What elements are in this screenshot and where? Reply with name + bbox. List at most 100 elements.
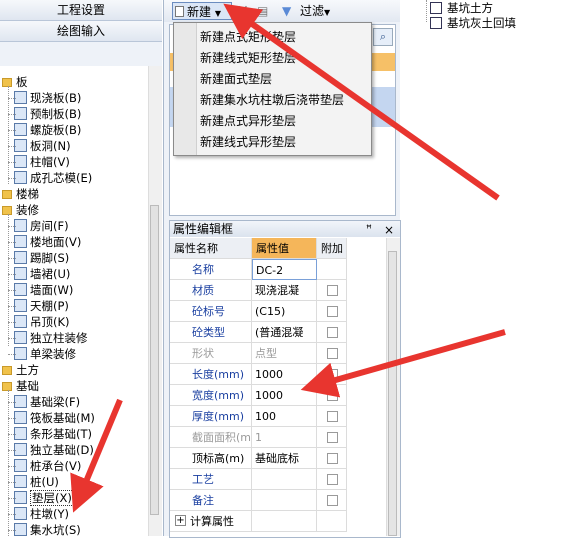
expand-icon[interactable]: + — [175, 515, 186, 526]
property-add-cell — [317, 259, 347, 280]
menu-item[interactable]: 新建点式矩形垫层 — [200, 27, 296, 47]
tree-connector — [8, 434, 16, 435]
property-value[interactable]: 点型 — [252, 343, 317, 364]
tree-item[interactable]: 预制板(B) — [8, 106, 81, 122]
tree-item[interactable]: 楼地面(V) — [8, 234, 81, 250]
tab-project-settings[interactable]: 工程设置 — [0, 0, 162, 21]
tree-connector — [8, 114, 16, 115]
property-value[interactable] — [252, 511, 317, 532]
property-name-label: 截面面积(m — [192, 431, 252, 444]
tree-item[interactable]: 房间(F) — [8, 218, 69, 234]
tab-drawing-input[interactable]: 绘图输入 — [0, 21, 162, 42]
property-value[interactable]: 现浇混凝 — [252, 280, 317, 301]
tree-item[interactable]: 独立基础(D) — [8, 442, 94, 458]
property-name: 宽度(mm) — [170, 385, 252, 406]
menu-icon-strip — [174, 23, 197, 155]
tree-item-label: 板洞(N) — [30, 139, 71, 153]
menu-item[interactable]: 新建线式矩形垫层 — [200, 48, 296, 68]
checkbox-icon[interactable] — [430, 2, 442, 14]
tree-group[interactable]: 土方 — [2, 362, 39, 378]
add-checkbox[interactable] — [327, 495, 338, 506]
right-tree-item[interactable]: 基坑土方 — [430, 1, 493, 16]
tree-item[interactable]: 现浇板(B) — [8, 90, 81, 106]
property-value[interactable]: (普通混凝 — [252, 322, 317, 343]
tree-item-label: 房间(F) — [30, 219, 69, 233]
tree-scrollbar-thumb[interactable] — [150, 205, 159, 515]
tree-item[interactable]: 柱墩(Y) — [8, 506, 69, 522]
property-value[interactable]: 基础底标 — [252, 448, 317, 469]
search-icon[interactable]: ⌕ — [373, 28, 393, 46]
property-name: 备注 — [170, 490, 252, 511]
add-checkbox[interactable] — [327, 327, 338, 338]
tree-item-label: 桩(U) — [30, 475, 59, 489]
tree-item[interactable]: 单梁装修 — [8, 346, 76, 362]
tree-item-label: 垫层(X) — [30, 490, 74, 506]
property-scrollbar-thumb[interactable] — [388, 251, 397, 536]
tree-item[interactable]: 天棚(P) — [8, 298, 69, 314]
tree-connector — [8, 162, 16, 163]
property-name-label: 顶标高(m) — [192, 452, 245, 465]
tree-item[interactable]: 垫层(X) — [8, 490, 74, 506]
tree-connector — [8, 214, 9, 346]
tree-item[interactable]: 踢脚(S) — [8, 250, 69, 266]
tree-item[interactable]: 桩承台(V) — [8, 458, 81, 474]
tree-item[interactable]: 基础梁(F) — [8, 394, 80, 410]
checkbox-icon[interactable] — [430, 17, 442, 29]
tree-item[interactable]: 螺旋板(B) — [8, 122, 82, 138]
tree-item[interactable]: 柱帽(V) — [8, 154, 70, 170]
tree-item[interactable]: 筏板基础(M) — [8, 410, 95, 426]
add-checkbox[interactable] — [327, 474, 338, 485]
property-value[interactable]: 1000 — [252, 385, 317, 406]
tree-item-label: 筏板基础(M) — [30, 411, 95, 425]
tree-group[interactable]: 楼梯 — [2, 186, 39, 202]
tree-item[interactable]: 墙裙(U) — [8, 266, 70, 282]
tree-item-label: 柱帽(V) — [30, 155, 70, 169]
tree-item-label: 螺旋板(B) — [30, 123, 82, 137]
add-checkbox[interactable] — [327, 348, 338, 359]
add-checkbox[interactable] — [327, 306, 338, 317]
menu-item[interactable]: 新建集水坑柱墩后浇带垫层 — [200, 90, 344, 110]
tree-item[interactable]: 集水坑(S) — [8, 522, 81, 536]
tree-item-label: 楼梯 — [16, 187, 39, 201]
menu-item[interactable]: 新建面式垫层 — [200, 69, 272, 89]
tree-group[interactable]: 板 — [2, 74, 28, 90]
property-add-cell — [317, 301, 347, 322]
tree-item[interactable]: 桩(U) — [8, 474, 59, 490]
tree-item[interactable]: 独立柱装修 — [8, 330, 88, 346]
filter-button[interactable]: 过滤▼ — [300, 2, 330, 20]
tree-item[interactable]: 条形基础(T) — [8, 426, 92, 442]
filter-icon[interactable]: ▼ — [282, 2, 291, 20]
folder-icon — [2, 190, 12, 199]
add-checkbox[interactable] — [327, 453, 338, 464]
add-checkbox[interactable] — [327, 390, 338, 401]
menu-item[interactable]: 新建点式异形垫层 — [200, 111, 296, 131]
copy-icon[interactable]: ▤ — [257, 2, 268, 20]
add-checkbox[interactable] — [327, 369, 338, 380]
add-checkbox[interactable] — [327, 432, 338, 443]
tree-item[interactable]: 吊顶(K) — [8, 314, 70, 330]
delete-icon[interactable]: ✕ — [237, 2, 249, 20]
close-icon[interactable]: × — [384, 222, 394, 238]
property-value[interactable]: DC-2 — [252, 259, 317, 280]
tree-connector — [8, 530, 16, 531]
right-tree-item[interactable]: 基坑灰土回填 — [430, 16, 516, 31]
property-value[interactable] — [252, 469, 317, 490]
tree-item-label: 墙面(W) — [30, 283, 74, 297]
new-button[interactable]: 新建 ▼ — [172, 2, 232, 20]
property-value[interactable]: 1000 — [252, 364, 317, 385]
property-value[interactable] — [252, 490, 317, 511]
tree-item[interactable]: 板洞(N) — [8, 138, 71, 154]
property-value[interactable]: (C15) — [252, 301, 317, 322]
pin-icon[interactable]: ꟸ — [366, 222, 372, 238]
tree-item[interactable]: 成孔芯模(E) — [8, 170, 92, 186]
tree-item-label: 独立基础(D) — [30, 443, 94, 457]
menu-item[interactable]: 新建线式异形垫层 — [200, 132, 296, 152]
tree-item-label: 条形基础(T) — [30, 427, 92, 441]
add-checkbox[interactable] — [327, 411, 338, 422]
tree-connector — [8, 498, 16, 499]
folder-icon — [2, 366, 12, 375]
tree-item[interactable]: 墙面(W) — [8, 282, 74, 298]
property-value[interactable]: 100 — [252, 406, 317, 427]
add-checkbox[interactable] — [327, 285, 338, 296]
property-value[interactable]: 1 — [252, 427, 317, 448]
